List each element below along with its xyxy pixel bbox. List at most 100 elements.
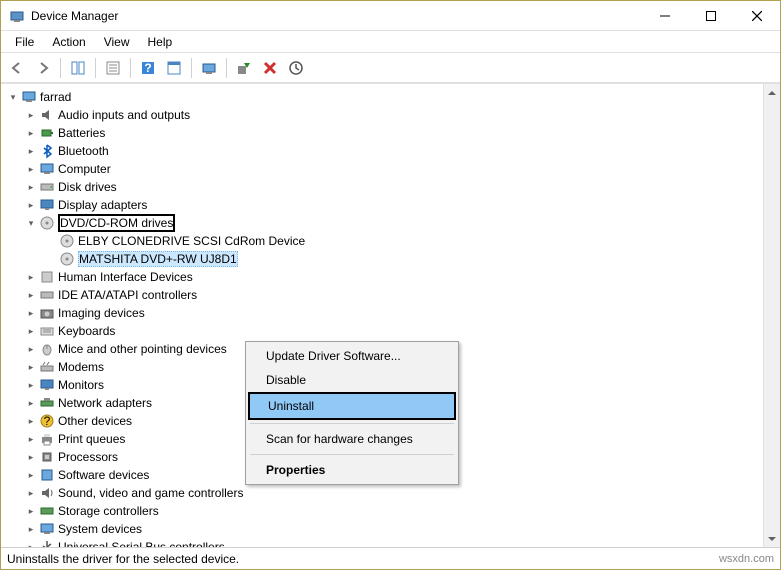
scroll-track[interactable] xyxy=(764,101,780,530)
caret-right-icon[interactable]: ▸ xyxy=(25,200,37,211)
caret-right-icon[interactable]: ▸ xyxy=(25,128,37,139)
tree-node-dvd-child2[interactable]: MATSHITA DVD+-RW UJ8D1 xyxy=(1,250,763,268)
toolbar: ? xyxy=(1,53,780,83)
help-button[interactable]: ? xyxy=(136,56,160,80)
caret-down-icon[interactable]: ▾ xyxy=(25,218,37,229)
caret-right-icon[interactable]: ▸ xyxy=(25,524,37,535)
tree-node-hid[interactable]: ▸Human Interface Devices xyxy=(1,268,763,286)
svg-text:?: ? xyxy=(44,414,51,428)
camera-icon xyxy=(39,305,55,321)
caret-right-icon[interactable]: ▸ xyxy=(25,416,37,427)
disk-icon xyxy=(39,179,55,195)
tree-root[interactable]: ▾ farrad xyxy=(1,88,763,106)
toolbar-separator xyxy=(60,58,61,78)
tree-node-usb[interactable]: ▸ Universal Serial Bus controllers xyxy=(1,538,763,547)
tree-node-system[interactable]: ▸System devices xyxy=(1,520,763,538)
tree-node-bluetooth[interactable]: ▸Bluetooth xyxy=(1,142,763,160)
tree-label: Disk drives xyxy=(58,180,117,194)
storage-icon xyxy=(39,503,55,519)
maximize-button[interactable] xyxy=(688,1,734,31)
mouse-icon xyxy=(39,341,55,357)
ctx-properties[interactable]: Properties xyxy=(248,458,456,482)
tree-node-display[interactable]: ▸Display adapters xyxy=(1,196,763,214)
monitor-icon xyxy=(39,377,55,393)
tree-node-dvd-child1[interactable]: ELBY CLONEDRIVE SCSI CdRom Device xyxy=(1,232,763,250)
uninstall-button[interactable] xyxy=(258,56,282,80)
tree-label: Storage controllers xyxy=(58,504,159,518)
update-driver-button[interactable] xyxy=(284,56,308,80)
caret-right-icon[interactable]: ▸ xyxy=(25,308,37,319)
caret-right-icon[interactable]: ▸ xyxy=(25,272,37,283)
tree-node-storage[interactable]: ▸ Storage controllers xyxy=(1,502,763,520)
forward-button[interactable] xyxy=(31,56,55,80)
context-menu: Update Driver Software... Disable Uninst… xyxy=(245,341,459,485)
toolbar-separator xyxy=(226,58,227,78)
tree-label: Audio inputs and outputs xyxy=(58,108,190,122)
properties-button[interactable] xyxy=(101,56,125,80)
tree-label: Universal Serial Bus controllers xyxy=(58,540,225,547)
audio-icon xyxy=(39,107,55,123)
tree-node-disk[interactable]: ▸ Disk drives xyxy=(1,178,763,196)
scroll-up-icon[interactable] xyxy=(764,84,780,101)
caret-right-icon[interactable]: ▸ xyxy=(25,290,37,301)
ctx-disable[interactable]: Disable xyxy=(248,368,456,392)
dvd-icon xyxy=(59,251,75,267)
tree-node-sound[interactable]: ▸Sound, video and game controllers xyxy=(1,484,763,502)
caret-right-icon[interactable]: ▸ xyxy=(25,380,37,391)
enable-button[interactable] xyxy=(232,56,256,80)
device-tree[interactable]: ▾ farrad ▸ Audio inputs and outputs ▸Batt… xyxy=(1,84,763,547)
svg-text:?: ? xyxy=(144,61,151,75)
caret-right-icon[interactable]: ▸ xyxy=(25,470,37,481)
caret-right-icon[interactable]: ▸ xyxy=(25,344,37,355)
toolbar-separator xyxy=(95,58,96,78)
caret-right-icon[interactable]: ▸ xyxy=(25,542,37,548)
tree-label: MATSHITA DVD+-RW UJ8D1 xyxy=(79,252,237,266)
modem-icon xyxy=(39,359,55,375)
tree-label: Other devices xyxy=(58,414,132,428)
caret-right-icon[interactable]: ▸ xyxy=(25,326,37,337)
caret-right-icon[interactable]: ▸ xyxy=(25,182,37,193)
caret-right-icon[interactable]: ▸ xyxy=(25,452,37,463)
caret-right-icon[interactable]: ▸ xyxy=(25,488,37,499)
tree-label: Imaging devices xyxy=(58,306,145,320)
tree-node-batteries[interactable]: ▸Batteries xyxy=(1,124,763,142)
menu-file[interactable]: File xyxy=(7,33,42,51)
ide-icon xyxy=(39,287,55,303)
close-button[interactable] xyxy=(734,1,780,31)
ctx-update-driver[interactable]: Update Driver Software... xyxy=(248,344,456,368)
tree-label: Processors xyxy=(58,450,118,464)
caret-right-icon[interactable]: ▸ xyxy=(25,110,37,121)
computer-icon xyxy=(21,89,37,105)
caret-down-icon[interactable]: ▾ xyxy=(7,92,19,103)
tree-label: Network adapters xyxy=(58,396,152,410)
vertical-scrollbar[interactable] xyxy=(763,84,780,547)
action-button[interactable] xyxy=(162,56,186,80)
minimize-button[interactable] xyxy=(642,1,688,31)
tree-node-keyboards[interactable]: ▸Keyboards xyxy=(1,322,763,340)
caret-right-icon[interactable]: ▸ xyxy=(25,146,37,157)
caret-right-icon[interactable]: ▸ xyxy=(25,506,37,517)
menu-action[interactable]: Action xyxy=(44,33,93,51)
tree-node-dvd[interactable]: ▾DVD/CD-ROM drives xyxy=(1,214,763,232)
computer-icon xyxy=(39,161,55,177)
ctx-scan[interactable]: Scan for hardware changes xyxy=(248,427,456,451)
menu-view[interactable]: View xyxy=(96,33,138,51)
ctx-uninstall[interactable]: Uninstall xyxy=(250,394,454,418)
scan-hardware-button[interactable] xyxy=(197,56,221,80)
caret-right-icon[interactable]: ▸ xyxy=(25,164,37,175)
other-icon: ? xyxy=(39,413,55,429)
tree-label: Modems xyxy=(58,360,104,374)
tree-node-computer[interactable]: ▸Computer xyxy=(1,160,763,178)
printer-icon xyxy=(39,431,55,447)
caret-right-icon[interactable]: ▸ xyxy=(25,398,37,409)
menu-help[interactable]: Help xyxy=(140,33,181,51)
tree-node-audio[interactable]: ▸ Audio inputs and outputs xyxy=(1,106,763,124)
caret-right-icon[interactable]: ▸ xyxy=(25,362,37,373)
scroll-down-icon[interactable] xyxy=(764,530,780,547)
caret-right-icon[interactable]: ▸ xyxy=(25,434,37,445)
display-icon xyxy=(39,197,55,213)
show-hide-tree-button[interactable] xyxy=(66,56,90,80)
back-button[interactable] xyxy=(5,56,29,80)
tree-node-ide[interactable]: ▸IDE ATA/ATAPI controllers xyxy=(1,286,763,304)
tree-node-imaging[interactable]: ▸ Imaging devices xyxy=(1,304,763,322)
